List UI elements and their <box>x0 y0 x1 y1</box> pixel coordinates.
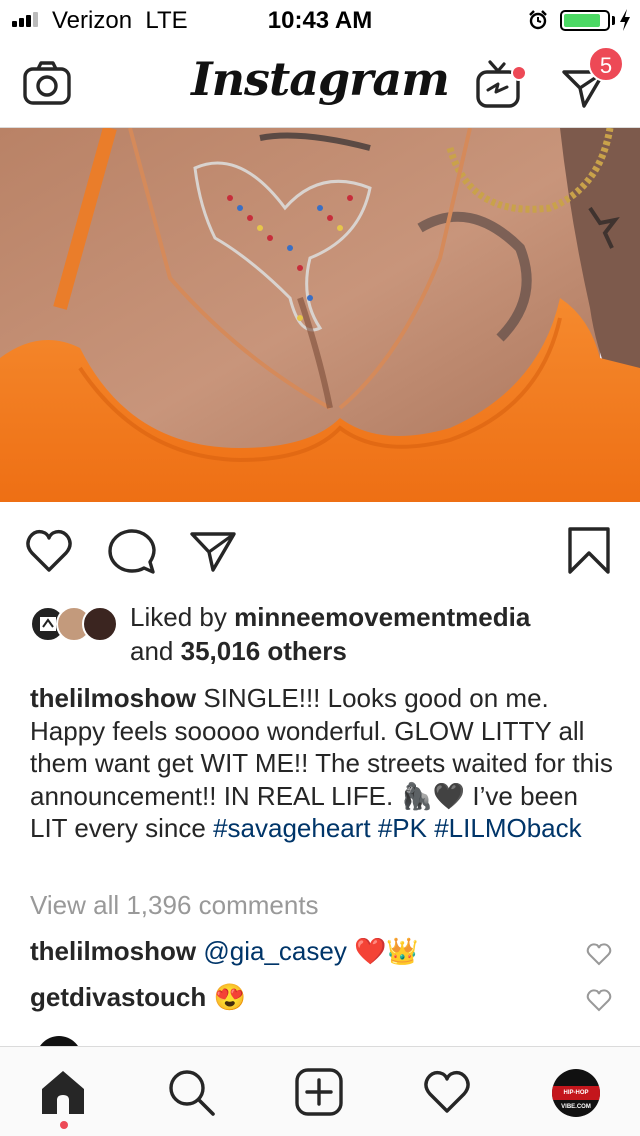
igtv-icon[interactable] <box>474 58 530 112</box>
top-app-bar: Instagram 5 <box>0 40 640 128</box>
like-heart-icon[interactable] <box>24 526 74 576</box>
comment-row: thelilmoshow @gia_casey ❤️👑 <box>30 936 590 967</box>
comment-bubble-icon[interactable] <box>106 526 156 576</box>
post-photo <box>0 128 640 502</box>
comment-text: @gia_casey ❤️👑 <box>203 936 419 966</box>
status-bar: Verizon LTE 10:43 AM <box>0 0 640 40</box>
post-image[interactable] <box>0 128 640 502</box>
battery-level-fill <box>564 14 600 27</box>
profile-avatar-logo-text: HIP-HOP VIBE.COM <box>552 1086 600 1110</box>
activity-heart-icon[interactable] <box>422 1067 472 1117</box>
liked-by-prefix: Liked by <box>130 602 227 632</box>
direct-notification-badge: 5 <box>588 46 624 82</box>
alarm-clock-icon <box>529 10 547 30</box>
comment-like-icon[interactable] <box>586 988 612 1012</box>
comment-row: getdivastouch 😍 <box>30 982 590 1013</box>
liker-avatars <box>30 606 130 642</box>
save-bookmark-icon[interactable] <box>564 526 614 576</box>
first-liker-username[interactable]: minneemovementmedia <box>234 602 530 632</box>
caption-username[interactable]: thelilmoshow <box>30 683 196 713</box>
post-action-bar <box>0 502 640 600</box>
share-send-icon[interactable] <box>188 526 238 576</box>
comment-username[interactable]: getdivastouch <box>30 982 206 1012</box>
liker-avatar <box>82 606 118 642</box>
likes-text: Liked by minneemovementmedia and 35,016 … <box>130 600 530 668</box>
home-activity-dot <box>60 1121 68 1129</box>
caption-hashtags[interactable]: #savageheart #PK #LILMOback <box>213 813 582 843</box>
battery-cap <box>612 16 615 25</box>
comment-username[interactable]: thelilmoshow <box>30 936 196 966</box>
battery-icon <box>560 10 610 31</box>
post-caption: thelilmoshow SINGLE!!! Looks good on me.… <box>30 682 615 845</box>
comment-text: 😍 <box>213 982 246 1012</box>
new-post-icon[interactable] <box>294 1067 344 1117</box>
likes-summary[interactable]: Liked by minneemovementmedia and 35,016 … <box>30 600 630 670</box>
comment-like-icon[interactable] <box>586 942 612 966</box>
search-icon[interactable] <box>166 1067 216 1117</box>
likes-count[interactable]: 35,016 others <box>181 636 347 666</box>
instagram-logo: Instagram <box>191 52 450 106</box>
view-all-comments-link[interactable]: View all 1,396 comments <box>30 890 319 921</box>
likes-and: and <box>130 636 174 666</box>
home-icon[interactable] <box>38 1067 88 1117</box>
profile-avatar[interactable]: HIP-HOP VIBE.COM <box>552 1069 600 1117</box>
bottom-tab-bar: HIP-HOP VIBE.COM <box>0 1046 640 1136</box>
instagram-feed-screen: Verizon LTE 10:43 AM Instagram 5 Liked b… <box>0 0 640 1136</box>
charging-bolt-icon <box>620 9 630 31</box>
